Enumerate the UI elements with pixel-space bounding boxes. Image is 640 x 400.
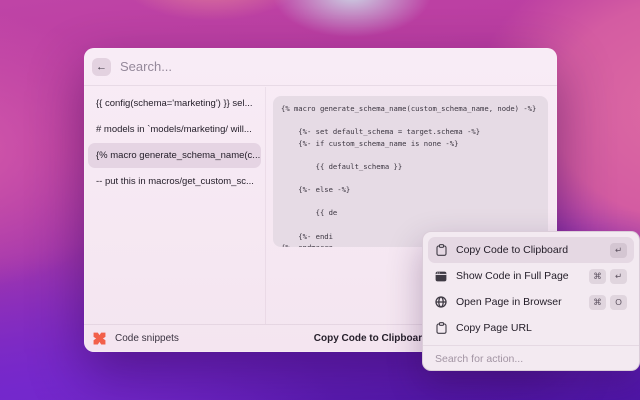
search-bar: ←	[84, 48, 557, 86]
list-item[interactable]: {{ config(schema='marketing') }} sel...	[88, 91, 261, 116]
globe-icon	[435, 296, 447, 308]
command-key: ⌘	[589, 268, 606, 284]
action-copy-code[interactable]: Copy Code to Clipboard ↵	[428, 237, 634, 263]
code-text: {% macro generate_schema_name(custom_sch…	[281, 104, 537, 247]
clipboard-icon	[435, 322, 447, 334]
primary-action-button[interactable]: Copy Code to Clipboard	[314, 333, 428, 344]
command-key: ⌘	[589, 294, 606, 310]
action-label: Copy Code to Clipboard	[456, 244, 569, 256]
action-label: Open Page in Browser	[456, 296, 562, 308]
back-button[interactable]: ←	[92, 57, 111, 76]
actions-popup: Copy Code to Clipboard ↵ Show Code in Fu…	[422, 231, 640, 371]
app-name-label: Code snippets	[115, 333, 179, 344]
o-key: O	[610, 294, 627, 310]
launcher-window: ← {{ config(schema='marketing') }} sel..…	[84, 48, 640, 371]
action-show-full-page[interactable]: Show Code in Full Page ⌘ ↵	[428, 263, 634, 289]
action-copy-page-url[interactable]: Copy Page URL	[428, 315, 634, 341]
action-label: Show Code in Full Page	[456, 270, 569, 282]
list-item[interactable]: -- put this in macros/get_custom_sc...	[88, 169, 261, 194]
clipboard-icon	[435, 244, 447, 256]
action-open-in-browser[interactable]: Open Page in Browser ⌘ O	[428, 289, 634, 315]
arrow-left-icon: ←	[96, 60, 107, 73]
action-shortcut: ⌘ O	[589, 294, 627, 310]
code-preview: {% macro generate_schema_name(custom_sch…	[273, 96, 548, 247]
action-search	[423, 346, 639, 371]
action-shortcut: ⌘ ↵	[589, 268, 627, 284]
list-item[interactable]: # models in `models/marketing/ will...	[88, 117, 261, 142]
dbt-logo-icon	[92, 331, 107, 346]
action-search-input[interactable]	[435, 352, 627, 365]
window-icon	[435, 270, 447, 282]
list-item-selected[interactable]: {% macro generate_schema_name(c...	[88, 143, 261, 168]
return-key: ↵	[610, 242, 627, 258]
action-shortcut: ↵	[610, 242, 627, 258]
return-key: ↵	[610, 268, 627, 284]
search-input[interactable]	[120, 59, 420, 74]
snippet-list: {{ config(schema='marketing') }} sel... …	[84, 87, 266, 324]
action-label: Copy Page URL	[456, 322, 532, 334]
